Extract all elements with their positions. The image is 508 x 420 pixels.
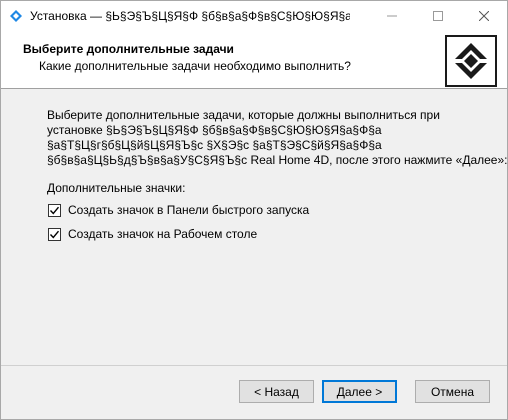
additional-icons-label: Дополнительные значки: [47,181,186,195]
task-description: Выберите дополнительные задачи, которые … [47,108,508,168]
maximize-icon [433,11,443,21]
next-button[interactable]: Далее > [322,380,397,403]
real-home-logo [445,35,497,87]
wizard-header: Выберите дополнительные задачи Какие доп… [1,31,507,89]
page-title: Выберите дополнительные задачи [23,42,234,56]
footer-divider [1,365,507,366]
maximize-button[interactable] [415,1,461,31]
window-controls [369,1,507,31]
desktop-icon-option[interactable]: Создать значок на Рабочем столе [48,227,257,241]
close-icon [479,11,489,21]
page-subtitle: Какие дополнительные задачи необходимо в… [39,59,351,73]
checkmark-icon [49,230,60,239]
title-bar[interactable]: Установка — §Ь§Э§Ъ§Ц§Я§Ф §б§в§а§Ф§в§С§Ю§… [1,1,507,31]
window-title: Установка — §Ь§Э§Ъ§Ц§Я§Ф §б§в§а§Ф§в§С§Ю§… [30,9,350,23]
quick-launch-label[interactable]: Создать значок в Панели быстрого запуска [68,203,309,217]
checkmark-icon [49,206,60,215]
description-line: §а§Т§Ц§г§б§Ц§й§Ц§Я§Ъ§с §Х§Э§с §а§Т§Э§С§й… [47,138,382,152]
desktop-icon-label[interactable]: Создать значок на Рабочем столе [68,227,257,241]
back-button[interactable]: < Назад [239,380,314,403]
description-line: установке §Ь§Э§Ъ§Ц§Я§Ф §б§в§а§Ф§в§С§Ю§Ю§… [47,123,382,137]
wizard-content: Выберите дополнительные задачи, которые … [1,90,508,364]
desktop-icon-checkbox[interactable] [48,227,61,241]
quick-launch-checkbox[interactable] [48,203,61,217]
description-line: Выберите дополнительные задачи, которые … [47,108,440,122]
quick-launch-option[interactable]: Создать значок в Панели быстрого запуска [48,203,309,217]
description-line: §б§в§а§Ц§Ь§д§Ъ§в§а§У§С§Я§Ъ§с Real Home 4… [47,153,508,167]
minimize-icon [387,15,397,17]
minimize-button[interactable] [369,1,415,31]
installer-icon [9,9,23,23]
installer-window: Установка — §Ь§Э§Ъ§Ц§Я§Ф §б§в§а§Ф§в§С§Ю§… [0,0,508,420]
cancel-button[interactable]: Отмена [415,380,490,403]
close-button[interactable] [461,1,507,31]
